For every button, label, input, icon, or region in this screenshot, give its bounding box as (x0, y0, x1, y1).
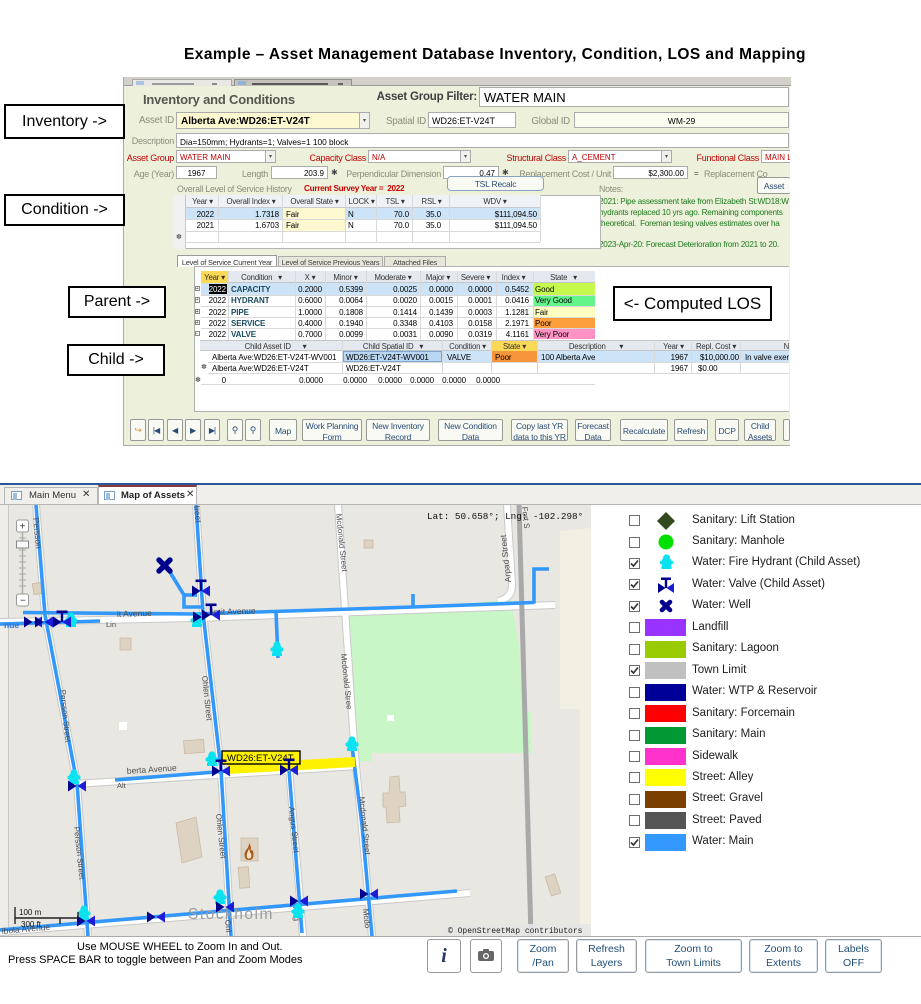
svg-text:Lat: 50.658°; Lng: -102.298°: Lat: 50.658°; Lng: -102.298° (427, 511, 583, 522)
svg-text:Alt: Alt (117, 781, 127, 790)
svg-text:+: + (20, 522, 26, 533)
svg-text:nue: nue (4, 620, 19, 630)
svg-text:300 ft: 300 ft (21, 920, 42, 929)
svg-text:Lin: Lin (106, 620, 116, 629)
svg-text:it Avenue: it Avenue (117, 608, 152, 619)
svg-text:© OpenStreetMap contributors: © OpenStreetMap contributors (448, 927, 583, 936)
svg-text:100 m: 100 m (19, 908, 42, 917)
svg-text:−: − (20, 596, 26, 607)
svg-text:treet: treet (192, 505, 204, 524)
